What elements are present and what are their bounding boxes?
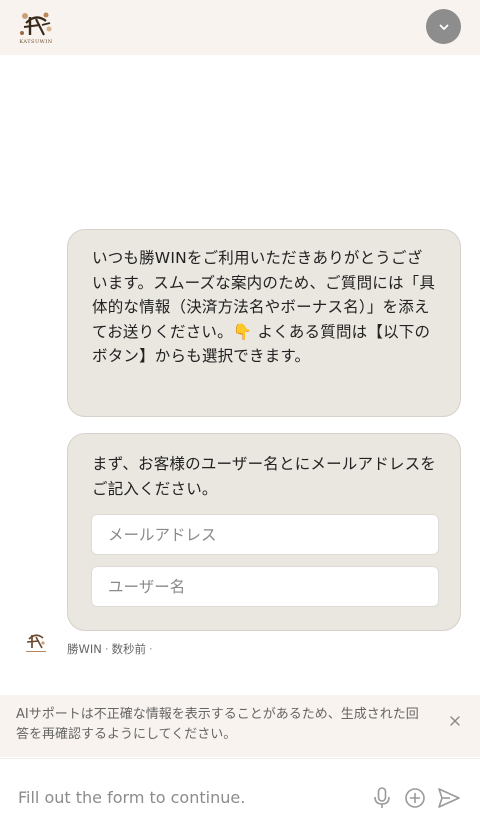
collapse-chat-button[interactable] [426, 9, 461, 44]
logo-text: KATSUWIN [19, 39, 53, 45]
message-composer [0, 758, 480, 830]
message-input[interactable] [18, 783, 348, 811]
chevron-down-icon [439, 24, 448, 30]
chat-header: KATSUWIN [0, 0, 480, 55]
message-text: いつも勝WINをご利用いただきありがとうございます。スムーズな案内のため、ご質問… [92, 249, 436, 365]
username-field[interactable] [91, 566, 439, 607]
send-icon [438, 788, 460, 808]
microphone-button[interactable] [370, 786, 394, 810]
disclaimer-text: AIサポートは不正確な情報を表示することがあるため、生成された回答を再確認するよ… [16, 707, 419, 742]
meta-separator: · [149, 642, 153, 656]
message-time: 数秒前 [111, 642, 147, 656]
email-field[interactable] [91, 514, 439, 555]
meta-separator: · [104, 642, 109, 656]
close-icon [450, 716, 460, 726]
message-text: まず、お客様のユーザー名とにメールアドレスをご記入ください。 [92, 455, 437, 498]
plus-circle-icon [405, 788, 425, 808]
ai-disclaimer-banner: AIサポートは不正確な情報を表示することがあるため、生成された回答を再確認するよ… [0, 695, 480, 757]
sender-name: 勝WIN [67, 642, 102, 656]
katsuwin-logo-icon [20, 12, 52, 36]
message-bubble-welcome: いつも勝WINをご利用いただきありがとうございます。スムーズな案内のため、ご質問… [67, 229, 461, 417]
close-disclaimer-button[interactable] [446, 712, 464, 730]
send-button[interactable] [437, 786, 461, 810]
message-bubble-form: まず、お客様のユーザー名とにメールアドレスをご記入ください。 [67, 433, 461, 631]
microphone-icon [374, 787, 390, 808]
brand-logo: KATSUWIN [16, 9, 56, 47]
add-attachment-button[interactable] [403, 786, 427, 810]
message-meta: 勝WIN · 数秒前 · [67, 641, 156, 657]
sender-avatar [26, 634, 46, 652]
